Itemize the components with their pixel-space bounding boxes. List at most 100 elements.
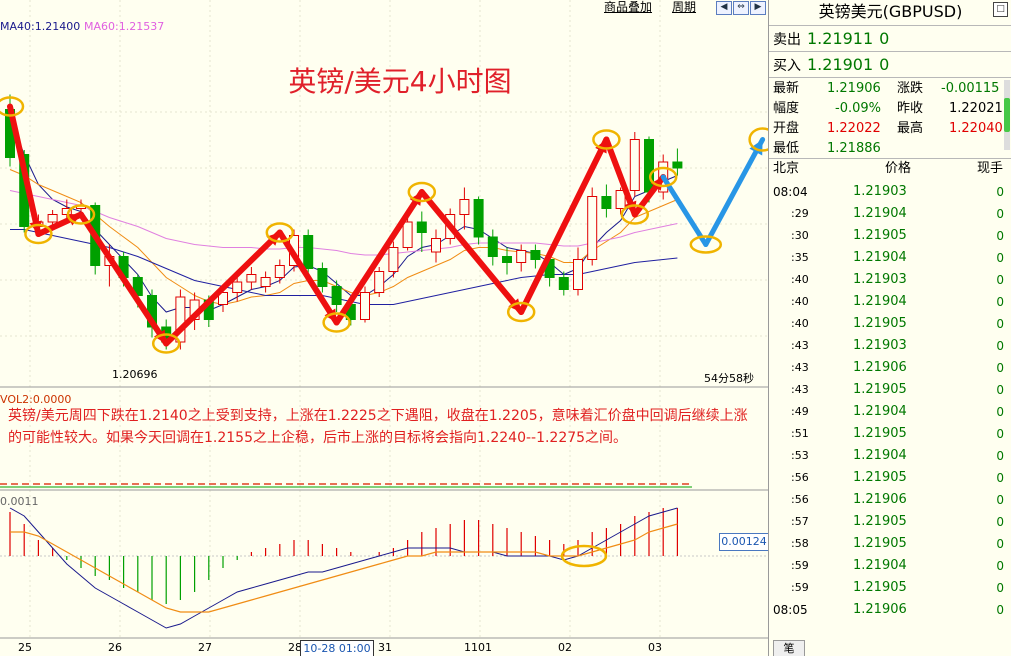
buy-price: 1.21901 (807, 55, 874, 74)
candle-body (360, 292, 370, 320)
tick-time: :59 (791, 559, 809, 572)
tick-volume: 0 (996, 339, 1004, 353)
sell-volume: 0 (879, 29, 890, 48)
tick-time: :35 (791, 251, 809, 264)
analysis-note: 英镑/美元周四下跌在1.2140之上受到支持，上涨在1.2225之下遇阻，收盘在… (8, 408, 748, 446)
tick-row: :56 1.21906 0 (769, 489, 1011, 511)
info-label-pct: 幅度 (773, 101, 800, 116)
info-label-latest: 最新 (773, 81, 800, 96)
tick-time: :56 (791, 471, 809, 484)
date-label: 02 (558, 641, 572, 654)
tick-price: 1.21905 (853, 580, 907, 595)
tick-price: 1.21904 (853, 206, 907, 221)
tick-row: :43 1.21905 0 (769, 379, 1011, 401)
tick-tab[interactable]: 笔 (773, 640, 805, 656)
candle-body (672, 161, 683, 169)
nav-next-button[interactable]: ▶ (750, 1, 766, 15)
info-label-high: 最高 (897, 121, 924, 136)
candle-body (487, 236, 498, 257)
sell-price: 1.21911 (807, 29, 874, 48)
quote-panel: 英镑美元(GBPUSD) □ 卖出 1.21911 0 买入 1.21901 0 最新 … (768, 0, 1011, 656)
tick-row: 08:04 1.21903 0 (769, 181, 1011, 203)
tick-volume: 0 (996, 603, 1004, 617)
tick-volume: 0 (996, 537, 1004, 551)
tick-header-volume: 现手 (977, 161, 1004, 176)
macd-scale-label: 0.0011 (0, 495, 39, 508)
info-label-open: 开盘 (773, 121, 800, 136)
tick-time: :53 (791, 449, 809, 462)
info-label-low: 最低 (773, 141, 800, 156)
info-value-prev-close: 1.22021 (949, 101, 1003, 116)
tick-row: :40 1.21905 0 (769, 313, 1011, 335)
tick-row: :56 1.21905 0 (769, 467, 1011, 489)
tick-time: :57 (791, 515, 809, 528)
tick-row: :29 1.21904 0 (769, 203, 1011, 225)
tick-price: 1.21904 (853, 404, 907, 419)
tick-row: :58 1.21905 0 (769, 533, 1011, 555)
info-scrollbar[interactable] (1004, 80, 1010, 150)
buy-label: 买入 (773, 58, 801, 74)
tick-time: :51 (791, 427, 809, 440)
tick-price: 1.21906 (853, 360, 907, 375)
candle-body (587, 196, 598, 260)
overlay-link[interactable]: 商品叠加 (604, 0, 652, 14)
tick-volume: 0 (996, 449, 1004, 463)
quote-title: 英镑美元(GBPUSD) (769, 0, 1011, 24)
tick-time: 08:04 (773, 185, 808, 199)
candle-body (331, 286, 342, 305)
tick-time: :43 (791, 339, 809, 352)
candle-body (573, 259, 583, 290)
ma40-label: MA40:1.21400 (0, 20, 81, 33)
quote-title-name: 英镑美元 (818, 2, 883, 21)
nav-prev-button[interactable]: ◀ (716, 1, 732, 15)
info-value-latest: 1.21906 (827, 81, 881, 96)
tick-row: :30 1.21905 0 (769, 225, 1011, 247)
tick-time: :59 (791, 581, 809, 594)
tick-row: :59 1.21904 0 (769, 555, 1011, 577)
tick-price: 1.21905 (853, 470, 907, 485)
tick-row: :43 1.21906 0 (769, 357, 1011, 379)
candle-body (502, 256, 512, 263)
close-icon[interactable]: □ (993, 2, 1008, 17)
tick-price: 1.21906 (853, 492, 907, 507)
chart-title: 英镑/美元4小时图 (288, 65, 512, 98)
period-link[interactable]: 周期 (672, 0, 696, 14)
nav-expand-button[interactable]: ⇔ (733, 1, 749, 15)
tick-volume: 0 (996, 383, 1004, 397)
tick-price: 1.21905 (853, 426, 907, 441)
quote-title-code: (GBPUSD) (882, 2, 963, 21)
tick-volume: 0 (996, 559, 1004, 573)
info-value-pct: -0.09% (835, 101, 881, 116)
tick-row: :51 1.21905 0 (769, 423, 1011, 445)
tick-time: :29 (791, 207, 809, 220)
tick-volume: 0 (996, 405, 1004, 419)
info-label-change: 涨跌 (897, 81, 924, 96)
buy-row[interactable]: 买入 1.21901 0 (773, 53, 889, 77)
tick-time: :40 (791, 273, 809, 286)
candle-body (459, 199, 470, 215)
tick-price: 1.21904 (853, 250, 907, 265)
candle-body (317, 268, 328, 287)
tick-volume: 0 (996, 185, 1004, 199)
candle-body (601, 196, 612, 209)
candle-body (629, 139, 640, 191)
date-label: 03 (648, 641, 662, 654)
tick-volume: 0 (996, 207, 1004, 221)
scrollbar-thumb[interactable] (1004, 98, 1010, 132)
date-label: 1101 (464, 641, 492, 654)
sell-row[interactable]: 卖出 1.21911 0 (773, 27, 889, 51)
low-price-label: 1.20696 (112, 368, 158, 381)
tick-price: 1.21905 (853, 228, 907, 243)
tick-volume: 0 (996, 581, 1004, 595)
info-value-low: 1.21886 (827, 141, 881, 156)
tick-price: 1.21904 (853, 448, 907, 463)
candle-body (274, 265, 285, 278)
chart-window: MA40:1.21400 MA60:1.21537 商品叠加 周期 ◀ ⇔ ▶ … (0, 0, 1011, 656)
date-label: 25 (18, 641, 32, 654)
tick-volume: 0 (996, 471, 1004, 485)
tick-volume: 0 (996, 317, 1004, 331)
info-value-open: 1.22022 (827, 121, 881, 136)
tick-row: 08:05 1.21906 0 (769, 599, 1011, 621)
tick-price: 1.21906 (853, 602, 907, 617)
tick-volume: 0 (996, 295, 1004, 309)
